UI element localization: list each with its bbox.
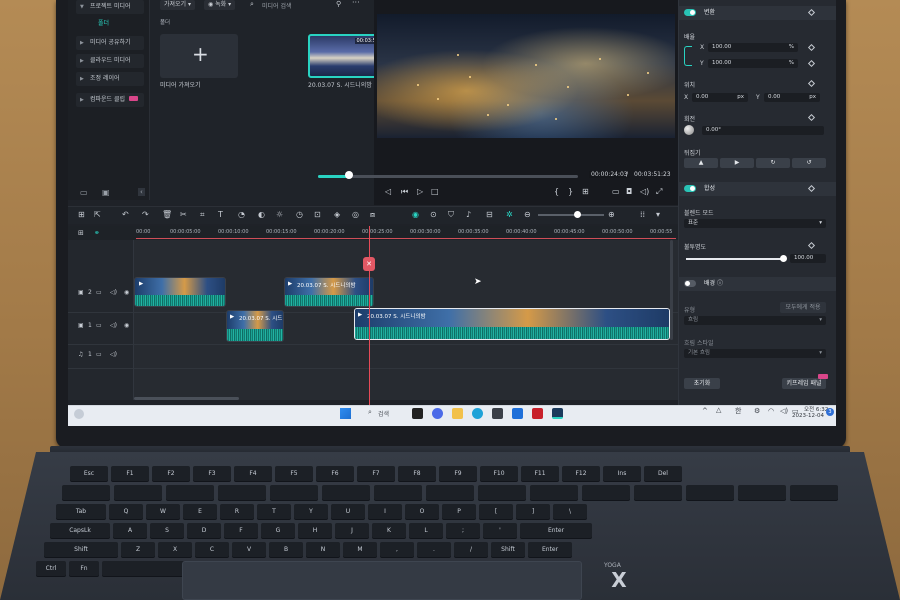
keyboard-key: ; <box>446 523 480 538</box>
keyboard-key: F2 <box>152 466 190 481</box>
keyboard-key <box>478 485 526 500</box>
keyboard-key: Enter <box>520 523 592 538</box>
keyboard-key: \ <box>553 504 587 519</box>
keyboard-key <box>218 485 266 500</box>
keyboard-key: F12 <box>562 466 600 481</box>
keyboard-key <box>374 485 422 500</box>
keyboard-key: Del <box>644 466 682 481</box>
keyboard-key: O <box>405 504 439 519</box>
keyboard-key: F4 <box>234 466 272 481</box>
keyboard-key: I <box>368 504 402 519</box>
keyboard-key: F10 <box>480 466 518 481</box>
keyboard-key: S <box>150 523 184 538</box>
keyboard-key: F11 <box>521 466 559 481</box>
keyboard-key: J <box>335 523 369 538</box>
keyboard-key: F9 <box>439 466 477 481</box>
keyboard-key: T <box>257 504 291 519</box>
keyboard-key: M <box>343 542 377 557</box>
keyboard-key: G <box>261 523 295 538</box>
keyboard-key <box>114 485 162 500</box>
keyboard-key <box>166 485 214 500</box>
keyboard-key: K <box>372 523 406 538</box>
keyboard-key <box>270 485 318 500</box>
keyboard-key: V <box>232 542 266 557</box>
keyboard-key: / <box>454 542 488 557</box>
keyboard-key: A <box>113 523 147 538</box>
keyboard-key: F5 <box>275 466 313 481</box>
keyboard-key: F1 <box>111 466 149 481</box>
keyboard-key: Ctrl <box>36 561 66 576</box>
keyboard-key: [ <box>479 504 513 519</box>
keyboard-key <box>582 485 630 500</box>
keyboard-key: . <box>417 542 451 557</box>
keyboard-key <box>530 485 578 500</box>
keyboard-key: Ins <box>603 466 641 481</box>
keyboard-key: Z <box>121 542 155 557</box>
keyboard-key: W <box>146 504 180 519</box>
keyboard-key: Fn <box>69 561 99 576</box>
keyboard: Esc F1 F2 F3 F4 F5 F6 F7 F8 F9 F10 F11 F12 Ins Del Tab Q… <box>0 0 900 600</box>
keyboard-key <box>62 485 110 500</box>
keyboard-key: B <box>269 542 303 557</box>
keyboard-key: L <box>409 523 443 538</box>
keyboard-key: Tab <box>56 504 106 519</box>
keyboard-key: CapsLk <box>50 523 110 538</box>
keyboard-key: ' <box>483 523 517 538</box>
keyboard-key: H <box>298 523 332 538</box>
keyboard-key: F8 <box>398 466 436 481</box>
keyboard-key: C <box>195 542 229 557</box>
keyboard-key: Esc <box>70 466 108 481</box>
keyboard-key <box>686 485 734 500</box>
keyboard-key: Shift <box>44 542 118 557</box>
keyboard-key: Enter <box>528 542 572 557</box>
keyboard-key: E <box>183 504 217 519</box>
keyboard-key: F3 <box>193 466 231 481</box>
keyboard-key <box>790 485 838 500</box>
keyboard-key: F6 <box>316 466 354 481</box>
touchpad <box>182 561 582 600</box>
keyboard-key: N <box>306 542 340 557</box>
keyboard-key: X <box>158 542 192 557</box>
keyboard-key <box>426 485 474 500</box>
keyboard-key: ] <box>516 504 550 519</box>
keyboard-key: Y <box>294 504 328 519</box>
keyboard-key <box>322 485 370 500</box>
keyboard-key: , <box>380 542 414 557</box>
keyboard-key: R <box>220 504 254 519</box>
brand-logo: X <box>611 568 627 592</box>
keyboard-key: F <box>224 523 258 538</box>
keyboard-key: Q <box>109 504 143 519</box>
keyboard-key <box>634 485 682 500</box>
keyboard-key: P <box>442 504 476 519</box>
keyboard-key: F7 <box>357 466 395 481</box>
keyboard-key: Shift <box>491 542 525 557</box>
keyboard-key <box>738 485 786 500</box>
keyboard-key: U <box>331 504 365 519</box>
keyboard-key: D <box>187 523 221 538</box>
